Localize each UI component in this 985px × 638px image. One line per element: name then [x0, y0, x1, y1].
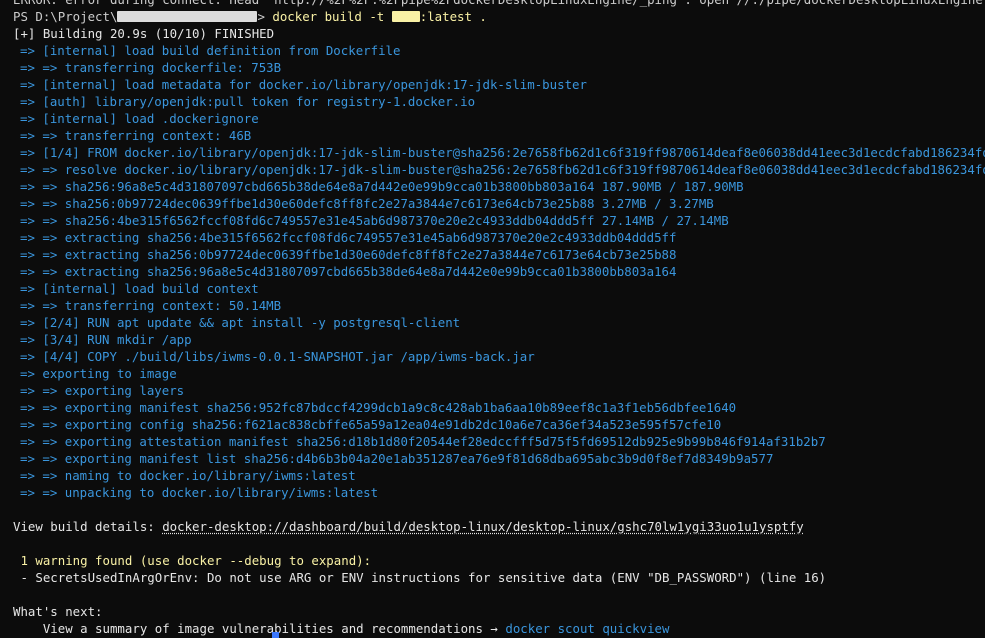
warning-header: 1 warning found (use docker --debug to e…: [13, 553, 372, 568]
whats-next-heading: What's next:: [13, 604, 103, 619]
build-step-line: => [internal] load .dockerignore: [20, 111, 259, 126]
warning-detail: - SecretsUsedInArgOrEnv: Do not use ARG …: [13, 570, 827, 585]
build-step-line: => exporting to image: [20, 366, 177, 381]
build-step-line: => [1/4] FROM docker.io/library/openjdk:…: [20, 145, 985, 160]
error-line: ERROR: error during connect: Head "http:…: [13, 0, 985, 8]
build-steps: => [internal] load build definition from…: [13, 42, 985, 501]
build-step-line: => => sha256:4be315f6562fccf08fd6c749557…: [20, 213, 729, 228]
build-step-line: => [3/4] RUN mkdir /app: [20, 332, 192, 347]
command-start: docker build -t: [272, 9, 392, 24]
build-step-line: => => exporting attestation manifest sha…: [20, 434, 826, 449]
build-header: [+] Building 20.9s (10/10) FINISHED: [13, 26, 275, 41]
build-step-line: => => naming to docker.io/library/iwms:l…: [20, 468, 356, 483]
build-step-line: => [2/4] RUN apt update && apt install -…: [20, 315, 461, 330]
whats-next-text: View a summary of image vulnerabilities …: [13, 621, 506, 636]
build-step-line: => [internal] load build definition from…: [20, 43, 401, 58]
build-step-line: => [auth] library/openjdk:pull token for…: [20, 94, 476, 109]
prompt-path: PS D:\Project\: [13, 9, 118, 24]
build-step-line: => => transferring context: 46B: [20, 128, 252, 143]
build-step-line: => => extracting sha256:96a8e5c4d3180709…: [20, 264, 677, 279]
build-step-line: => => transferring context: 50.14MB: [20, 298, 282, 313]
build-step-line: => [internal] load metadata for docker.i…: [20, 77, 587, 92]
command-end: :latest .: [419, 9, 487, 24]
build-step-line: => => exporting manifest sha256:952fc87b…: [20, 400, 737, 415]
terminal-output[interactable]: ERROR: error during connect: Head "http:…: [13, 0, 985, 637]
build-step-line: => => sha256:96a8e5c4d31807097cbd665b38d…: [20, 179, 744, 194]
whats-next-line: View a summary of image vulnerabilities …: [13, 620, 985, 637]
build-step-line: => => exporting config sha256:f621ac838c…: [20, 417, 722, 432]
build-step-line: => => transferring dockerfile: 753B: [20, 60, 282, 75]
prompt-line: PS D:\Project\ > docker build -t :latest …: [13, 8, 985, 25]
build-step-line: => => sha256:0b97724dec0639ffbe1d30e60de…: [20, 196, 714, 211]
build-step-line: => => unpacking to docker.io/library/iwm…: [20, 485, 379, 500]
build-step-line: => => exporting layers: [20, 383, 185, 398]
prompt-end: >: [257, 9, 265, 24]
view-details-label: View build details:: [13, 519, 163, 534]
build-details-link[interactable]: docker-desktop://dashboard/build/desktop…: [162, 519, 804, 534]
scout-command[interactable]: docker scout quickview: [505, 621, 669, 636]
build-step-line: => => exporting manifest list sha256:d4b…: [20, 451, 774, 466]
redacted-image-name: [391, 11, 420, 22]
build-step-line: => => extracting sha256:0b97724dec0639ff…: [20, 247, 677, 262]
build-step-line: => [internal] load build context: [20, 281, 259, 296]
build-step-line: => [4/4] COPY ./build/libs/iwms-0.0.1-SN…: [20, 349, 535, 364]
redacted-path: [117, 11, 258, 22]
build-step-line: => => resolve docker.io/library/openjdk:…: [20, 162, 985, 177]
text-cursor: [272, 632, 279, 638]
build-step-line: => => extracting sha256:4be315f6562fccf0…: [20, 230, 677, 245]
view-details-line: View build details: docker-desktop://das…: [13, 518, 985, 535]
